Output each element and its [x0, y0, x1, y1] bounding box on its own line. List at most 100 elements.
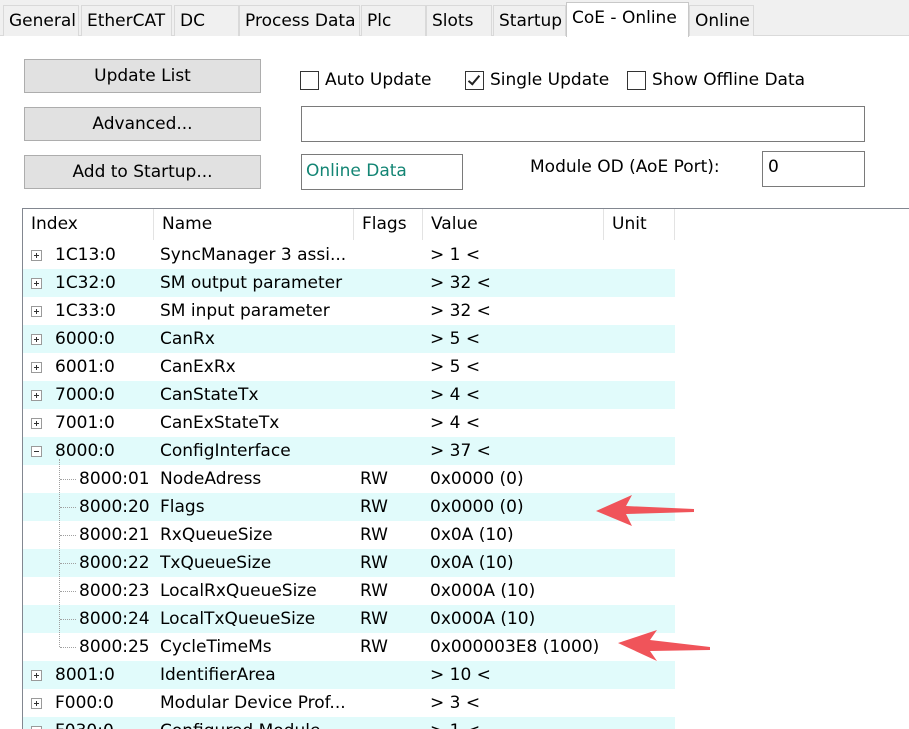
tab-coe-online[interactable]: CoE - Online: [566, 2, 689, 37]
table-row[interactable]: 8000:01 NodeAdress RW 0x0000 (0): [23, 465, 675, 493]
expand-icon[interactable]: [31, 390, 42, 401]
tree-connector: [60, 647, 76, 648]
tab-bar: General EtherCAT DC Process Data Plc Slo…: [0, 0, 909, 37]
table-row[interactable]: 8000:20 Flags RW 0x0000 (0): [23, 493, 675, 521]
expand-icon[interactable]: [31, 418, 42, 429]
cell-name: NodeAdress: [160, 469, 262, 489]
expand-icon[interactable]: [31, 670, 42, 681]
description-field[interactable]: [301, 106, 865, 142]
cell-index: F000:0: [55, 693, 114, 713]
cell-flags: [360, 409, 420, 437]
table-row[interactable]: 6001:0 CanExRx > 5 <: [23, 353, 675, 381]
tab-ethercat[interactable]: EtherCAT: [81, 5, 172, 36]
cell-flags: RW: [360, 525, 388, 545]
data-mode-field[interactable]: Online Data: [301, 154, 463, 190]
expand-icon[interactable]: [31, 250, 42, 261]
cell-index: 8001:0: [55, 665, 115, 685]
tab-online[interactable]: Online: [689, 5, 754, 36]
cell-value: 0x0000 (0): [430, 469, 524, 489]
cell-flags: [360, 353, 420, 381]
module-od-input[interactable]: 0: [762, 151, 865, 187]
table-row[interactable]: 8000:22 TxQueueSize RW 0x0A (10): [23, 549, 675, 577]
collapse-icon[interactable]: [31, 446, 42, 457]
cell-name: SM output parameter: [160, 273, 343, 293]
tab-startup[interactable]: Startup: [493, 5, 566, 36]
table-row[interactable]: 7001:0 CanExStateTx > 4 <: [23, 409, 675, 437]
checkbox-label: Show Offline Data: [652, 70, 806, 90]
column-header-index[interactable]: Index: [23, 209, 154, 240]
cell-flags: RW: [360, 637, 388, 657]
tab-slots[interactable]: Slots: [426, 5, 492, 36]
table-row[interactable]: 8000:21 RxQueueSize RW 0x0A (10): [23, 521, 675, 549]
update-list-button[interactable]: Update List: [24, 59, 261, 93]
advanced-button[interactable]: Advanced...: [24, 107, 261, 141]
tree-connector: [60, 535, 76, 536]
tab-general[interactable]: General: [3, 5, 79, 36]
tree-connector: [60, 563, 76, 564]
cell-value: > 32 <: [430, 273, 491, 293]
cell-name: CanStateTx: [160, 385, 259, 405]
show-offline-data-checkbox[interactable]: Show Offline Data: [627, 68, 805, 92]
column-header-unit[interactable]: Unit: [604, 209, 675, 240]
table-row[interactable]: 8001:0 IdentifierArea > 10 <: [23, 661, 675, 689]
checkbox-label: Single Update: [490, 70, 610, 90]
cell-value: > 5 <: [430, 357, 481, 377]
cell-index: 8000:0: [55, 441, 115, 461]
auto-update-checkbox[interactable]: Auto Update: [300, 68, 431, 92]
cell-value: > 32 <: [430, 301, 491, 321]
tree-connector: [60, 619, 76, 620]
checkbox-label: Auto Update: [325, 70, 432, 90]
table-row[interactable]: 1C13:0 SyncManager 3 assi... > 1 <: [23, 241, 675, 269]
expand-icon[interactable]: [31, 278, 42, 289]
cell-name: CanExStateTx: [160, 413, 280, 433]
cell-name: LocalTxQueueSize: [160, 609, 316, 629]
checkbox-box[interactable]: [300, 70, 319, 90]
cell-index: 7001:0: [55, 413, 115, 433]
table-row[interactable]: 8000:24 LocalTxQueueSize RW 0x000A (10): [23, 605, 675, 633]
checkbox-box[interactable]: [627, 70, 646, 90]
table-row[interactable]: 1C33:0 SM input parameter > 32 <: [23, 297, 675, 325]
cell-value: > 3 <: [430, 693, 481, 713]
cell-value: > 4 <: [430, 413, 481, 433]
column-header-value[interactable]: Value: [423, 209, 604, 240]
table-row[interactable]: 6000:0 CanRx > 5 <: [23, 325, 675, 353]
column-header-flags[interactable]: Flags: [354, 209, 423, 240]
cell-flags: [360, 269, 420, 297]
cell-name: SyncManager 3 assi...: [160, 245, 347, 265]
cell-name: Modular Device Prof...: [160, 693, 346, 713]
expand-icon[interactable]: [31, 334, 42, 345]
cell-value: 0x0A (10): [430, 553, 514, 573]
expand-icon[interactable]: [31, 306, 42, 317]
column-header-name[interactable]: Name: [154, 209, 354, 240]
table-row[interactable]: 8000:25 CycleTimeMs RW 0x000003E8 (1000): [23, 633, 675, 661]
check-icon: [467, 71, 481, 86]
expand-icon[interactable]: [31, 362, 42, 373]
cell-value: > 1 <: [430, 245, 481, 265]
table-row[interactable]: F000:0 Modular Device Prof... > 3 <: [23, 689, 675, 717]
tab-dc[interactable]: DC: [174, 5, 239, 36]
table-row[interactable]: 1C32:0 SM output parameter > 32 <: [23, 269, 675, 297]
cell-name: ConfigInterface: [160, 441, 291, 461]
cell-flags: RW: [360, 609, 388, 629]
tab-plc[interactable]: Plc: [361, 5, 426, 36]
table-row[interactable]: 8000:0 ConfigInterface > 37 <: [23, 437, 675, 465]
table-row[interactable]: F030:0 Configured Module ... > 1 <: [23, 717, 675, 729]
single-update-checkbox[interactable]: Single Update: [465, 68, 609, 92]
table-row[interactable]: 7000:0 CanStateTx > 4 <: [23, 381, 675, 409]
cell-flags: [360, 325, 420, 353]
cell-flags: [360, 717, 420, 729]
cell-name: TxQueueSize: [160, 553, 272, 573]
checkbox-box[interactable]: [465, 70, 484, 90]
cell-flags: [360, 661, 420, 689]
cell-flags: RW: [360, 581, 388, 601]
cell-index: 1C33:0: [55, 301, 116, 321]
tab-process-data[interactable]: Process Data: [239, 5, 360, 36]
cell-value: > 37 <: [430, 441, 491, 461]
expand-icon[interactable]: [31, 698, 42, 709]
add-to-startup-button[interactable]: Add to Startup...: [24, 155, 261, 189]
coe-object-list[interactable]: Index Name Flags Value Unit 1C13:0 SyncMa…: [22, 208, 909, 729]
cell-flags: [360, 241, 420, 269]
cell-name: CycleTimeMs: [160, 637, 272, 657]
table-row[interactable]: 8000:23 LocalRxQueueSize RW 0x000A (10): [23, 577, 675, 605]
cell-name: SM input parameter: [160, 301, 330, 321]
